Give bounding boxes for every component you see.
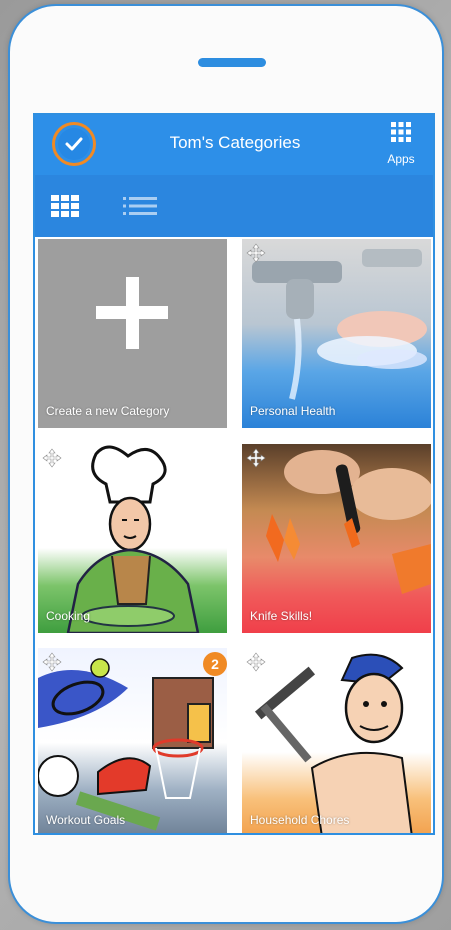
check-circle-icon[interactable] bbox=[52, 122, 96, 166]
category-tile-household-chores[interactable]: Household Chores bbox=[242, 648, 431, 833]
category-tile-cooking[interactable]: Cooking bbox=[38, 444, 227, 633]
tile-label: Household Chores bbox=[250, 813, 350, 827]
chef-image bbox=[38, 444, 227, 633]
hand-washing-image bbox=[242, 239, 431, 428]
category-grid: Create a new Category Personal Health Co… bbox=[35, 237, 433, 833]
phone-frame: Tom's Categories Apps Create a new Categ… bbox=[8, 4, 444, 924]
top-bar: Tom's Categories Apps bbox=[35, 115, 433, 175]
move-arrows-icon[interactable] bbox=[246, 243, 266, 263]
create-category-tile[interactable]: Create a new Category bbox=[38, 239, 227, 428]
apps-label: Apps bbox=[387, 152, 415, 166]
category-tile-knife-skills[interactable]: Knife Skills! bbox=[242, 444, 431, 633]
page-title: Tom's Categories bbox=[169, 133, 301, 152]
move-arrows-icon[interactable] bbox=[42, 652, 62, 672]
knife-cutting-image bbox=[242, 444, 431, 633]
move-arrows-icon[interactable] bbox=[42, 448, 62, 468]
app-screen: Tom's Categories Apps Create a new Categ… bbox=[33, 113, 435, 835]
apps-button[interactable]: Apps bbox=[379, 121, 423, 166]
apps-grid-icon bbox=[391, 122, 411, 142]
category-tile-personal-health[interactable]: Personal Health bbox=[242, 239, 431, 428]
move-arrows-icon[interactable] bbox=[246, 448, 266, 468]
plus-icon bbox=[96, 277, 168, 349]
tile-label: Personal Health bbox=[250, 404, 336, 418]
tile-label: Create a new Category bbox=[46, 404, 170, 418]
grid-view-icon[interactable] bbox=[51, 195, 79, 217]
move-arrows-icon[interactable] bbox=[246, 652, 266, 672]
sports-equipment-image bbox=[38, 648, 227, 833]
notification-badge: 2 bbox=[203, 652, 227, 676]
tile-label: Knife Skills! bbox=[250, 609, 313, 623]
view-toggle-bar bbox=[35, 175, 433, 237]
tile-label: Cooking bbox=[46, 609, 91, 623]
list-view-icon[interactable] bbox=[123, 196, 157, 216]
tile-label: Workout Goals bbox=[46, 813, 126, 827]
window-cleaner-image bbox=[242, 648, 431, 833]
category-tile-workout-goals[interactable]: 2 Workout Goals bbox=[38, 648, 227, 833]
phone-speaker bbox=[198, 58, 266, 67]
